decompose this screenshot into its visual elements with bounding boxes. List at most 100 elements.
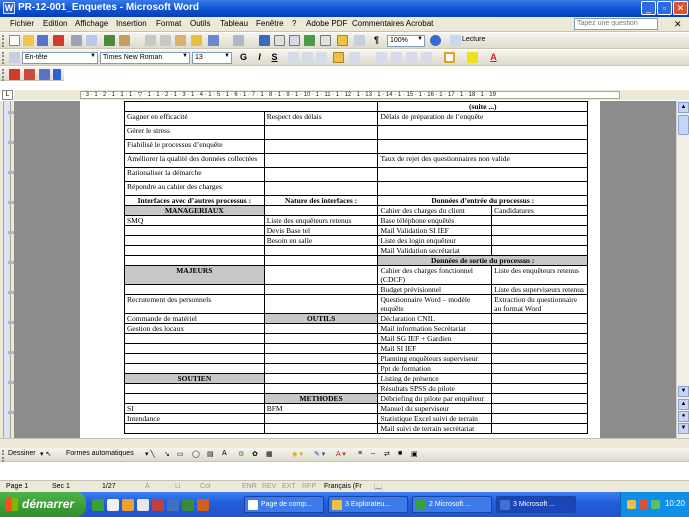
- document-area[interactable]: (suite ...) Gagner en efficacité Respect d…: [14, 101, 676, 438]
- previous-page-icon[interactable]: ▲: [678, 399, 689, 410]
- group-majeurs[interactable]: MAJEURS: [124, 265, 265, 285]
- line-tool-icon[interactable]: ▾ ╲: [145, 450, 155, 458]
- table-cell[interactable]: [263, 139, 379, 154]
- table-cell[interactable]: Améliorer la qualité des données collect…: [124, 153, 265, 168]
- print-icon[interactable]: [71, 35, 82, 46]
- print-preview-icon[interactable]: [86, 35, 97, 46]
- menu-commentaires-acrobat[interactable]: Commentaires Acrobat: [352, 19, 433, 28]
- table-cell[interactable]: [263, 265, 379, 285]
- table-cell[interactable]: BFM: [263, 403, 379, 414]
- table-cell[interactable]: Gérer le stress: [124, 125, 265, 140]
- table-cell[interactable]: Mail Validation SI IEF: [377, 225, 493, 236]
- task-page-de-comp[interactable]: Page de comp...: [244, 496, 324, 513]
- table-cell[interactable]: [263, 205, 379, 216]
- align-center-icon[interactable]: [302, 52, 313, 63]
- menu-format[interactable]: Format: [156, 19, 181, 28]
- table-cell[interactable]: [377, 139, 588, 154]
- table-cell[interactable]: [123, 101, 379, 112]
- maximize-button[interactable]: ▫: [657, 1, 672, 15]
- status-rec[interactable]: ENR: [242, 483, 257, 490]
- open-folder-icon[interactable]: [23, 35, 34, 46]
- menu-edition[interactable]: Edition: [43, 19, 67, 28]
- increase-indent-icon[interactable]: [421, 52, 432, 63]
- table-cell[interactable]: Budget prévisionnel: [377, 284, 493, 295]
- save-icon[interactable]: [37, 35, 48, 46]
- table-cell[interactable]: [491, 413, 588, 424]
- document-close-icon[interactable]: ✕: [674, 19, 682, 30]
- tray-icon[interactable]: [651, 500, 660, 509]
- group-soutien[interactable]: SOUTIEN: [124, 373, 265, 384]
- table-cell[interactable]: [491, 225, 588, 236]
- hyperlink-icon[interactable]: [259, 35, 270, 46]
- tray-icon[interactable]: [627, 500, 636, 509]
- table-cell[interactable]: Listing de présence: [377, 373, 493, 384]
- table-cell[interactable]: Liste des enquêteurs retenus: [491, 265, 588, 285]
- table-cell[interactable]: Cahier des charges fonctionnel (CDCF): [377, 265, 493, 285]
- table-cell[interactable]: [124, 383, 265, 394]
- table-cell[interactable]: [124, 284, 265, 295]
- copy-icon[interactable]: [160, 35, 171, 46]
- table-cell[interactable]: Planning enquêteurs superviseur: [377, 353, 493, 364]
- numbering-icon[interactable]: [376, 52, 387, 63]
- menu-adobe-pdf[interactable]: Adobe PDF: [306, 19, 347, 28]
- table-cell[interactable]: [491, 333, 588, 344]
- table-cell[interactable]: [263, 363, 379, 374]
- shadow-icon[interactable]: ■: [398, 450, 402, 457]
- table-cell[interactable]: Recrutement des personnels: [124, 294, 265, 314]
- read-mode-button[interactable]: Lecture: [462, 36, 485, 43]
- ask-question-input[interactable]: Tapez une question: [574, 18, 658, 30]
- table-cell[interactable]: Ppt de formation: [377, 363, 493, 374]
- new-document-icon[interactable]: [9, 35, 20, 46]
- spelling-status-icon[interactable]: 📖: [374, 483, 383, 491]
- toolbar-grip[interactable]: [2, 52, 5, 64]
- partial-header-cell[interactable]: (suite ...): [377, 101, 588, 112]
- font-size-select[interactable]: 13 ▼: [192, 52, 232, 64]
- border-icon[interactable]: [444, 52, 455, 63]
- oval-tool-icon[interactable]: ◯: [192, 450, 200, 458]
- menu-tableau[interactable]: Tableau: [220, 19, 248, 28]
- vertical-ruler[interactable]: [0, 101, 14, 438]
- line-color-icon[interactable]: ✎ ▾: [314, 450, 325, 458]
- browse-object-icon[interactable]: ●: [678, 411, 689, 422]
- group-manageriaux[interactable]: MANAGERIAUX: [124, 205, 265, 216]
- menu-fichier[interactable]: Fichier: [10, 19, 34, 28]
- table-cell[interactable]: Gagner en efficacité: [124, 111, 265, 126]
- table-cell[interactable]: [124, 343, 265, 354]
- pdf-email-icon[interactable]: [24, 69, 35, 80]
- textbox-tool-icon[interactable]: ▤: [207, 450, 214, 458]
- table-cell[interactable]: [377, 181, 588, 196]
- table-cell[interactable]: Devis Base tel: [263, 225, 379, 236]
- quicklaunch-word-icon[interactable]: [167, 499, 179, 511]
- table-cell[interactable]: Mail Validation secrétariat: [377, 245, 493, 256]
- table-cell[interactable]: Base téléphone enquêtés: [377, 215, 493, 226]
- style-select[interactable]: En-tête ▼: [22, 52, 98, 64]
- zoom-select[interactable]: 100% ▼: [387, 35, 425, 47]
- toolbar-grip[interactable]: [2, 69, 5, 81]
- insert-table-icon[interactable]: [289, 35, 300, 46]
- table-cell[interactable]: [124, 245, 265, 256]
- status-ovr[interactable]: RFP: [302, 483, 316, 490]
- table-cell[interactable]: [377, 125, 588, 140]
- tab-selector[interactable]: L: [2, 90, 13, 100]
- bold-button[interactable]: G: [238, 52, 249, 63]
- font-select[interactable]: Times New Roman ▼: [100, 52, 190, 64]
- table-cell[interactable]: [263, 373, 379, 384]
- table-cell[interactable]: Mail suivi de terrain secrétariat: [377, 423, 493, 434]
- table-cell[interactable]: [263, 167, 379, 182]
- table-cell[interactable]: [124, 393, 265, 404]
- table-cell[interactable]: Mail SI IEF: [377, 343, 493, 354]
- table-cell[interactable]: [124, 225, 265, 236]
- vertical-scrollbar[interactable]: ▲ ▼ ▲ ● ▼: [676, 101, 689, 438]
- scroll-up-icon[interactable]: ▲: [678, 102, 689, 113]
- table-cell[interactable]: Rationaliser la démarche: [124, 167, 265, 182]
- table-cell[interactable]: Manuel du superviseur: [377, 403, 493, 414]
- underline-button[interactable]: S: [269, 52, 280, 63]
- arrow-style-icon[interactable]: ⇄: [384, 450, 390, 458]
- table-cell[interactable]: [263, 181, 379, 196]
- clipart-icon[interactable]: ✿: [252, 450, 258, 458]
- table-cell[interactable]: Intendance: [124, 413, 265, 424]
- format-painter-icon[interactable]: [191, 35, 202, 46]
- task-explorateur[interactable]: 3 Explorateu...: [328, 496, 408, 513]
- quicklaunch-outlook-icon[interactable]: [122, 499, 134, 511]
- table-cell[interactable]: Besoin en salle: [263, 235, 379, 246]
